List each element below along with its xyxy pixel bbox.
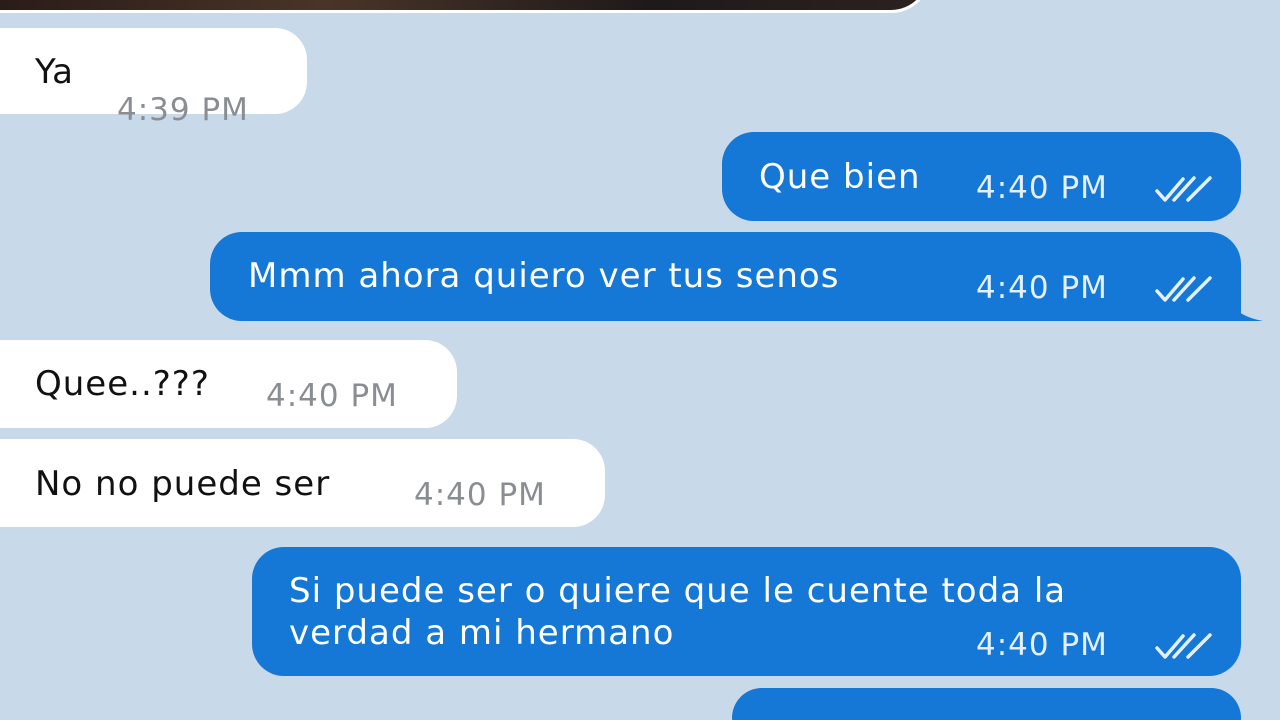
- bubble-tail: [1223, 291, 1263, 321]
- message-text: No no puede ser: [35, 464, 331, 504]
- message-text: Mmm ahora quiero ver tus senos: [248, 256, 840, 296]
- message-text-line-1: Si puede ser o quiere que le cuente toda…: [289, 571, 1067, 611]
- message-time: 4:40 PM: [976, 170, 1108, 206]
- message-outgoing[interactable]: Mmm ahora quiero ver tus senos 4:40 PM: [210, 232, 1263, 321]
- message-text: Que bien: [759, 157, 921, 197]
- message-outgoing[interactable]: Que bien 4:40 PM: [722, 132, 1241, 221]
- read-double-check-icon: [1155, 176, 1212, 202]
- message-incoming[interactable]: No no puede ser 4:40 PM: [0, 439, 605, 527]
- message-time: 4:40 PM: [266, 378, 398, 414]
- shared-photo-bottom-edge[interactable]: [0, 0, 931, 13]
- message-text: Ya: [35, 52, 74, 92]
- message-time: 4:40 PM: [976, 627, 1108, 663]
- message-outgoing[interactable]: Si puede ser o quiere que le cuente toda…: [252, 547, 1241, 676]
- message-incoming[interactable]: Quee..??? 4:40 PM: [0, 340, 457, 428]
- message-time: 4:39 PM: [117, 92, 249, 128]
- message-outgoing-partial[interactable]: [732, 688, 1241, 720]
- message-incoming[interactable]: Ya 4:39 PM: [0, 28, 307, 128]
- message-text: Quee..???: [35, 364, 210, 404]
- message-time: 4:40 PM: [976, 270, 1108, 306]
- read-double-check-icon: [1155, 276, 1212, 302]
- message-time: 4:40 PM: [414, 477, 546, 513]
- message-text-line-2: verdad a mi hermano: [289, 613, 675, 653]
- read-double-check-icon: [1155, 633, 1212, 659]
